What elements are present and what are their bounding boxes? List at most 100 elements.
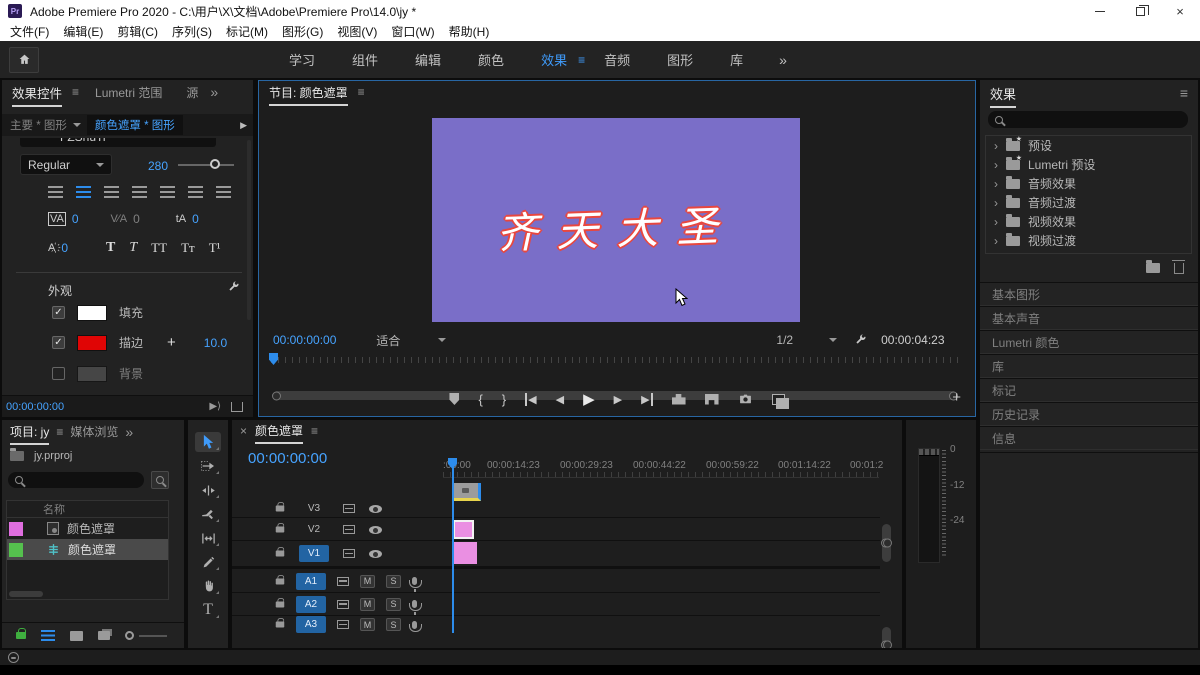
justify-last-left-icon[interactable] <box>132 186 147 198</box>
tab-media-browser[interactable]: 媒体浏览 <box>70 423 118 440</box>
creative-cloud-icon[interactable] <box>8 652 19 663</box>
mute-button[interactable]: M <box>360 575 375 588</box>
track-header-a2[interactable]: A2 M S <box>232 593 443 615</box>
sync-lock-icon[interactable] <box>337 620 349 629</box>
timeline-menu-icon[interactable]: ≡ <box>311 424 318 438</box>
list-view-button[interactable] <box>41 630 55 641</box>
track-output-eye-icon[interactable] <box>369 550 382 558</box>
name-column-header[interactable]: 名称 <box>43 501 65 517</box>
timeline-sequence-tab[interactable]: 颜色遮罩 <box>255 422 303 439</box>
track-header-a1[interactable]: A1 M S <box>232 570 443 592</box>
workspace-tab-effects[interactable]: 效果 <box>541 50 567 69</box>
effect-controls-overflow-icon[interactable]: » <box>210 84 218 100</box>
new-custom-bin-icon[interactable] <box>1146 263 1160 273</box>
tab-source[interactable]: 源 <box>186 84 198 101</box>
program-monitor-menu-icon[interactable]: ≡ <box>358 85 365 99</box>
timeline-ruler[interactable]: :00:00 00:00:14:23 00:00:29:23 00:00:44:… <box>443 458 879 478</box>
effects-panel-menu-icon[interactable]: ≡ <box>1180 85 1188 101</box>
track-header-v1[interactable]: V1 <box>232 542 443 565</box>
panel-markers[interactable]: 标记 <box>980 378 1198 402</box>
restore-button[interactable] <box>1120 0 1160 22</box>
workspace-tab-graphics[interactable]: 图形 <box>667 50 693 69</box>
label-color-green[interactable] <box>9 543 23 557</box>
track-v3-badge[interactable]: V3 <box>299 500 329 517</box>
pen-tool[interactable] <box>195 552 221 572</box>
effects-panel-title[interactable]: 效果 <box>990 84 1016 103</box>
effect-controls-menu-icon[interactable]: ≡ <box>72 85 79 99</box>
leading-value[interactable]: 0 <box>192 212 199 226</box>
sync-lock-icon[interactable] <box>343 525 355 534</box>
zoom-fit-dropdown[interactable]: 适合 <box>376 332 400 349</box>
delete-trash-icon[interactable] <box>1174 263 1184 274</box>
add-marker-button[interactable] <box>449 393 459 405</box>
play-around-icon[interactable]: ▶⟩ <box>209 401 221 412</box>
playback-resolution-dropdown[interactable]: 1/2 <box>776 333 793 347</box>
track-a1-badge[interactable]: A1 <box>296 573 326 590</box>
button-editor-plus-icon[interactable]: + <box>952 389 961 406</box>
voiceover-record-mic-icon[interactable] <box>412 621 417 629</box>
track-header-a3[interactable]: A3 M S <box>232 616 443 633</box>
all-caps-button[interactable]: TT <box>151 240 167 256</box>
zoom-slider-track[interactable] <box>139 635 167 637</box>
fill-color-swatch[interactable] <box>77 305 107 321</box>
font-style-dropdown[interactable]: Regular <box>20 154 112 175</box>
menu-sequence[interactable]: 序列(S) <box>172 23 212 40</box>
track-lock-icon[interactable] <box>276 527 285 533</box>
go-to-out-button[interactable]: ▶ <box>641 393 652 406</box>
effects-folder-audio-transitions[interactable]: › 音频过渡 <box>986 193 1191 212</box>
solo-button[interactable]: S <box>386 598 401 611</box>
program-monitor-title[interactable]: 节目: 颜色遮罩 <box>269 84 348 101</box>
chevron-right-icon[interactable]: › <box>994 196 998 210</box>
chevron-right-icon[interactable]: › <box>994 234 998 248</box>
track-output-eye-icon[interactable] <box>369 526 382 534</box>
track-output-eye-icon[interactable] <box>369 505 382 513</box>
workspace-tab-learning[interactable]: 学习 <box>289 50 315 69</box>
chevron-right-icon[interactable]: › <box>994 215 998 229</box>
workspace-tab-audio[interactable]: 音频 <box>604 50 630 69</box>
appearance-settings-wrench-icon[interactable] <box>226 280 240 294</box>
clip-v2-selected[interactable] <box>453 520 474 539</box>
faux-italic-button[interactable]: T <box>129 240 137 256</box>
project-list-scrollbar[interactable] <box>9 591 43 597</box>
close-button[interactable]: × <box>1160 0 1200 22</box>
workspace-tab-editing[interactable]: 编辑 <box>415 50 441 69</box>
menu-clip[interactable]: 剪辑(C) <box>117 23 158 40</box>
effects-folder-video-effects[interactable]: › 视频效果 <box>986 212 1191 231</box>
stroke-width-value[interactable]: 10.0 <box>204 336 227 350</box>
play-button[interactable]: ▶ <box>583 390 595 408</box>
fill-checkbox[interactable]: ✓ <box>52 306 65 319</box>
project-file-name[interactable]: jy.prproj <box>34 450 72 462</box>
font-size-slider[interactable] <box>178 164 234 166</box>
sub-clip-selector[interactable]: 颜色遮罩 * 图形 <box>87 115 183 135</box>
justify-last-center-icon[interactable] <box>160 186 175 198</box>
effects-search-input[interactable] <box>988 111 1188 128</box>
solo-button[interactable]: S <box>386 575 401 588</box>
track-v2-badge[interactable]: V2 <box>299 521 329 538</box>
type-tool[interactable]: T <box>195 600 221 620</box>
timeline-playhead-line[interactable] <box>452 464 454 633</box>
track-lock-icon[interactable] <box>276 551 285 557</box>
menu-help[interactable]: 帮助(H) <box>449 23 490 40</box>
menu-file[interactable]: 文件(F) <box>10 23 49 40</box>
menu-graphics[interactable]: 图形(G) <box>282 23 323 40</box>
panel-libraries[interactable]: 库 <box>980 354 1198 378</box>
hand-tool[interactable] <box>195 576 221 596</box>
workspace-menu-icon[interactable]: ≡ <box>578 53 585 67</box>
export-icon[interactable] <box>231 402 243 412</box>
audio-tracks-scrollbar[interactable] <box>882 627 891 648</box>
clip-v3-graphic-selected[interactable] <box>452 483 481 501</box>
icon-view-button[interactable] <box>70 631 83 641</box>
step-back-button[interactable]: ◀ <box>556 393 564 406</box>
panel-history[interactable]: 历史记录 <box>980 402 1198 426</box>
panel-lumetri-color[interactable]: Lumetri 颜色 <box>980 330 1198 354</box>
effects-folder-audio-effects[interactable]: › 音频效果 <box>986 174 1191 193</box>
timeline-current-timecode[interactable]: 00:00:00:00 <box>248 450 327 467</box>
sync-lock-icon[interactable] <box>337 577 349 586</box>
menu-window[interactable]: 窗口(W) <box>391 23 434 40</box>
project-row-sequence[interactable]: 颜色遮罩 <box>7 539 168 560</box>
workspace-tab-assembly[interactable]: 组件 <box>352 50 378 69</box>
panel-expand-arrow-icon[interactable]: ▶ <box>240 120 247 131</box>
workspace-tab-libraries[interactable]: 库 <box>730 50 743 69</box>
chevron-right-icon[interactable]: › <box>994 177 998 191</box>
align-center-icon[interactable] <box>76 186 91 198</box>
